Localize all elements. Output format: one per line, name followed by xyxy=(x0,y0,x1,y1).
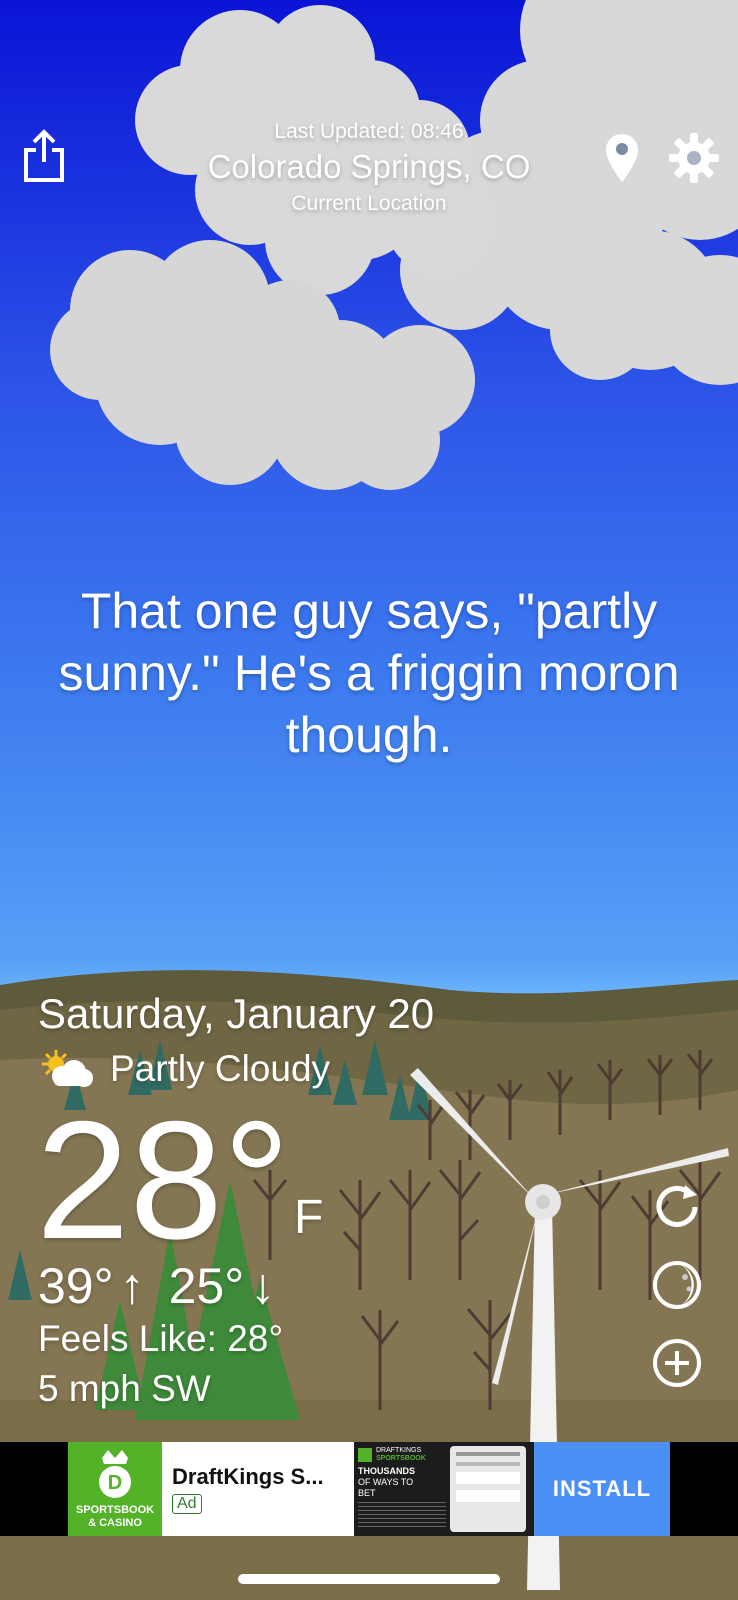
ad-badge: Ad xyxy=(172,1494,202,1514)
date-label: Saturday, January 20 xyxy=(38,990,435,1037)
quote-line-3: though. xyxy=(285,707,453,763)
ad-shot-green-tile xyxy=(358,1448,372,1462)
quote-line-2: sunny." He's a friggin moron xyxy=(58,645,680,701)
ad-info: DraftKings S... Ad xyxy=(162,1442,354,1536)
temperature-unit[interactable]: F xyxy=(294,1190,323,1245)
high-low-row: 39° ↑ 25° ↓ xyxy=(38,1258,275,1314)
draftkings-logo-icon: D xyxy=(99,1450,131,1498)
ad-title: DraftKings S... xyxy=(172,1464,324,1489)
quote-line-1: That one guy says, "partly xyxy=(80,583,658,639)
low-temp: 25° xyxy=(168,1258,245,1314)
background-scene xyxy=(0,0,738,1600)
gear-icon xyxy=(669,133,719,183)
svg-text:D: D xyxy=(108,1472,122,1494)
location-subtitle: Current Location xyxy=(291,192,447,215)
settings-button[interactable] xyxy=(666,130,722,186)
forecast-quote: That one guy says, "partly sunny." He's … xyxy=(0,580,738,766)
ad-logo: D SPORTSBOOK & CASINO xyxy=(68,1442,162,1536)
high-arrow-icon: ↑ xyxy=(119,1258,145,1314)
condition-label: Partly Cloudy xyxy=(110,1048,331,1089)
feels-like: Feels Like: 28° xyxy=(38,1318,284,1359)
ad-shot-line2: OF WAYS TO xyxy=(358,1477,414,1487)
ad-shot-phone xyxy=(450,1446,526,1532)
ad-logo-line1: SPORTSBOOK xyxy=(75,1504,155,1516)
moon-button[interactable] xyxy=(650,1258,704,1312)
location-pin-icon xyxy=(606,134,638,182)
ad-banner[interactable]: D SPORTSBOOK & CASINO DraftKings S... Ad… xyxy=(68,1442,670,1536)
location-button[interactable] xyxy=(598,130,646,186)
moon-icon xyxy=(653,1261,701,1309)
install-button[interactable]: INSTALL xyxy=(534,1442,670,1536)
refresh-button[interactable] xyxy=(650,1180,704,1234)
weather-app: Last Updated: 08:46 Colorado Springs, CO… xyxy=(0,0,738,1600)
ad-screenshot: DRAFTKINGS SPORTSBOOK THOUSANDS OF WAYS … xyxy=(354,1442,534,1536)
ad-logo-line2: & CASINO xyxy=(88,1517,142,1529)
ad-shot-line3: BET xyxy=(358,1488,376,1498)
home-indicator[interactable] xyxy=(238,1574,500,1584)
ad-shot-brand: DRAFTKINGS xyxy=(376,1447,422,1454)
high-temp: 39° xyxy=(38,1258,114,1314)
add-icon xyxy=(653,1339,701,1387)
ad-shot-line1: THOUSANDS xyxy=(358,1466,416,1476)
add-location-button[interactable] xyxy=(650,1336,704,1390)
ad-shot-fineprint xyxy=(358,1502,446,1530)
refresh-icon xyxy=(656,1185,698,1227)
partly-cloudy-icon xyxy=(42,1050,93,1087)
current-temperature: 28° xyxy=(36,1086,291,1274)
wind-speed: 5 mph SW xyxy=(38,1368,211,1409)
low-arrow-icon: ↓ xyxy=(250,1258,276,1314)
ad-shot-brand2: SPORTSBOOK xyxy=(376,1455,426,1462)
